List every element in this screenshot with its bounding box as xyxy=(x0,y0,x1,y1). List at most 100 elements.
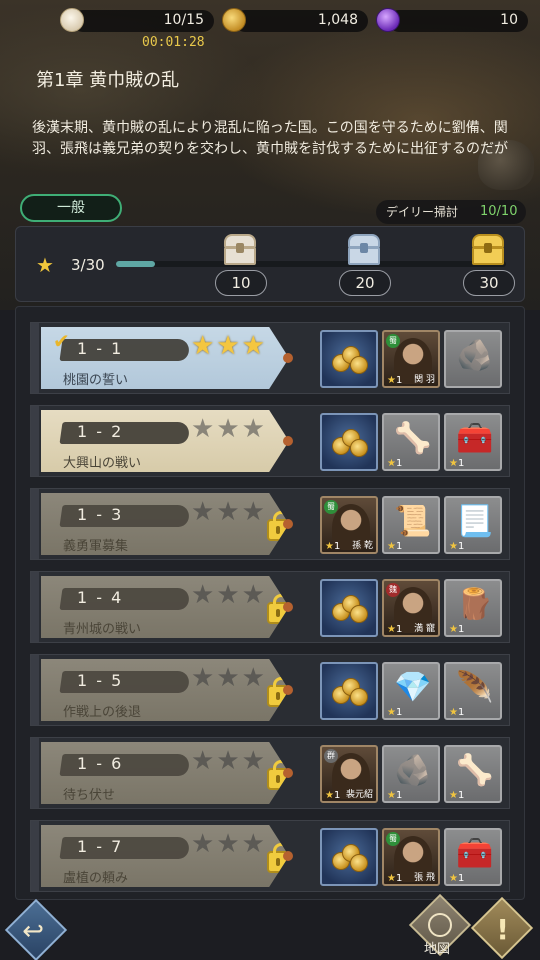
gem-orb-icon xyxy=(376,8,400,32)
reward-quantity: 1 xyxy=(449,624,464,635)
stage-row[interactable]: 1 - 6待ち伏せ★★★群裴元紹1🪨1🦴1 xyxy=(30,737,510,809)
banner-knot-icon xyxy=(283,602,293,612)
stage-stars: ★★★ xyxy=(191,663,267,693)
reward-coins[interactable] xyxy=(320,330,378,388)
resource-bar: 10/15 1,048 10 xyxy=(0,0,540,38)
reward-coins[interactable] xyxy=(320,579,378,637)
parchment-icon: 📃 xyxy=(456,504,494,539)
stone-icon: 🪨 xyxy=(456,338,494,373)
banner-knot-icon xyxy=(283,851,293,861)
banner-knot-icon xyxy=(283,436,293,446)
row-edge xyxy=(31,489,39,559)
stage-name: 作戦上の後退 xyxy=(63,705,142,720)
coin-display[interactable]: 1,048 xyxy=(234,10,368,32)
anvil-icon: 🧰 xyxy=(456,421,494,456)
stage-stars: ★★★ xyxy=(191,746,267,776)
chest-20-icon[interactable] xyxy=(346,234,382,266)
reward-quantity: 1 xyxy=(449,873,464,884)
reward-item-plank[interactable]: 🪵1 xyxy=(444,579,502,637)
reward-hero[interactable]: 魏満 寵 1 xyxy=(382,579,440,637)
stage-banner[interactable]: ✔ 1 - 1 桃園の誓い ★★★ xyxy=(41,327,289,389)
chapter-description: 後漢末期、黄巾賊の乱により混乱に陥った国。この国を守るために劉備、関羽、張飛は義… xyxy=(32,120,508,157)
cleared-check-icon: ✔ xyxy=(53,329,70,353)
reward-coins[interactable] xyxy=(320,662,378,720)
hero-name: 関 羽 xyxy=(414,375,435,385)
reward-quantity: 1 xyxy=(387,624,402,635)
reward-item-parchment[interactable]: 📃1 xyxy=(444,496,502,554)
coin-stack-icon xyxy=(332,346,368,374)
coin-value: 1,048 xyxy=(317,12,358,28)
stage-stars: ★★★ xyxy=(191,580,267,610)
stage-banner[interactable]: 1 - 3 義勇軍募集 ★★★ xyxy=(41,493,289,555)
hero-name: 孫 乾 xyxy=(352,541,373,551)
stage-row[interactable]: 1 - 2大興山の戦い★★★🦴1🧰1 xyxy=(30,405,510,477)
reward-quantity: 1 xyxy=(387,458,402,469)
reward-quantity: 1 xyxy=(387,873,402,884)
banner-knot-icon xyxy=(283,353,293,363)
row-edge xyxy=(31,821,39,891)
anvil-icon: 🧰 xyxy=(456,836,494,871)
stage-row[interactable]: 1 - 4青州城の戦い★★★魏満 寵1🪵1 xyxy=(30,571,510,643)
reward-item-anvil[interactable]: 🧰1 xyxy=(444,828,502,886)
gem-value: 10 xyxy=(500,12,518,28)
reward-hero[interactable]: 群裴元紹 1 xyxy=(320,745,378,803)
reward-quantity: 1 xyxy=(387,790,402,801)
stage-banner[interactable]: 1 - 5 作戦上の後退 ★★★ xyxy=(41,659,289,721)
stage-banner[interactable]: 1 - 2 大興山の戦い ★★★ xyxy=(41,410,289,472)
reward-coins[interactable] xyxy=(320,828,378,886)
stage-number: 1 - 2 xyxy=(77,422,124,441)
faction-badge: 蜀 xyxy=(386,832,400,846)
row-edge xyxy=(31,406,39,476)
star-icon: ★ xyxy=(191,746,217,776)
daily-sweep-label: デイリー掃討 xyxy=(386,205,459,219)
reward-item-stone[interactable]: 🪨1 xyxy=(382,745,440,803)
reward-quantity: 1 xyxy=(449,707,464,718)
reward-coins[interactable] xyxy=(320,413,378,471)
chapter-title: 第1章 黄巾賊の乱 xyxy=(36,70,180,91)
stone-icon: 🪨 xyxy=(394,753,432,788)
reward-hero[interactable]: 蜀関 羽 1 xyxy=(382,330,440,388)
star-icon: ★ xyxy=(191,497,217,527)
star-icon: ★ xyxy=(216,829,242,859)
stage-number: 1 - 4 xyxy=(77,588,124,607)
stage-banner[interactable]: 1 - 4 青州城の戦い ★★★ xyxy=(41,576,289,638)
star-icon: ★ xyxy=(191,663,217,693)
milestone-20: 20 xyxy=(339,270,391,296)
reward-item-anvil[interactable]: 🧰1 xyxy=(444,413,502,471)
reward-item-stone[interactable]: 🪨 xyxy=(444,330,502,388)
stage-row[interactable]: 1 - 7盧植の頼み★★★蜀張 飛1🧰1 xyxy=(30,820,510,892)
reward-quantity: 1 xyxy=(449,458,464,469)
difficulty-normal-button[interactable]: 一般 xyxy=(20,194,122,222)
stage-banner[interactable]: 1 - 6 待ち伏せ ★★★ xyxy=(41,742,289,804)
reward-item-bone[interactable]: 🦴1 xyxy=(444,745,502,803)
stage-banner[interactable]: 1 - 7 盧植の頼み ★★★ xyxy=(41,825,289,887)
notice-button[interactable]: ! xyxy=(470,896,534,960)
reward-item-scroll[interactable]: 📜1 xyxy=(382,496,440,554)
gem-display[interactable]: 10 xyxy=(388,10,528,32)
chest-10-icon[interactable] xyxy=(222,234,258,266)
stage-row[interactable]: ✔1 - 1桃園の誓い★★★ 蜀関 羽1 🪨 xyxy=(30,322,510,394)
star-icon: ★ xyxy=(241,580,267,610)
back-button[interactable]: ↩ xyxy=(4,898,68,960)
hero-name: 張 飛 xyxy=(414,873,435,883)
star-icon: ★ xyxy=(241,829,267,859)
bone-icon: 🦴 xyxy=(456,753,494,788)
reward-quantity: 1 xyxy=(325,541,340,552)
chest-30-icon[interactable] xyxy=(470,234,506,266)
star-icon: ★ xyxy=(191,580,217,610)
stage-row[interactable]: 1 - 5作戦上の後退★★★💎1🪶1 xyxy=(30,654,510,726)
stage-row[interactable]: 1 - 3義勇軍募集★★★蜀孫 乾1📜1📃1 xyxy=(30,488,510,560)
reward-item-crystal[interactable]: 💎1 xyxy=(382,662,440,720)
star-icon: ★ xyxy=(36,253,54,277)
reward-item-bone[interactable]: 🦴1 xyxy=(382,413,440,471)
back-arrow-icon: ↩ xyxy=(22,916,44,947)
stage-name: 大興山の戦い xyxy=(63,456,142,471)
coin-stack-icon xyxy=(332,844,368,872)
hero-name: 裴元紹 xyxy=(345,790,373,800)
reward-item-feather[interactable]: 🪶1 xyxy=(444,662,502,720)
reward-hero[interactable]: 蜀張 飛 1 xyxy=(382,828,440,886)
reward-hero[interactable]: 蜀孫 乾 1 xyxy=(320,496,378,554)
stamina-display[interactable]: 10/15 xyxy=(72,10,214,32)
star-progress-fill xyxy=(116,261,155,267)
star-count: 3/30 xyxy=(71,256,105,274)
